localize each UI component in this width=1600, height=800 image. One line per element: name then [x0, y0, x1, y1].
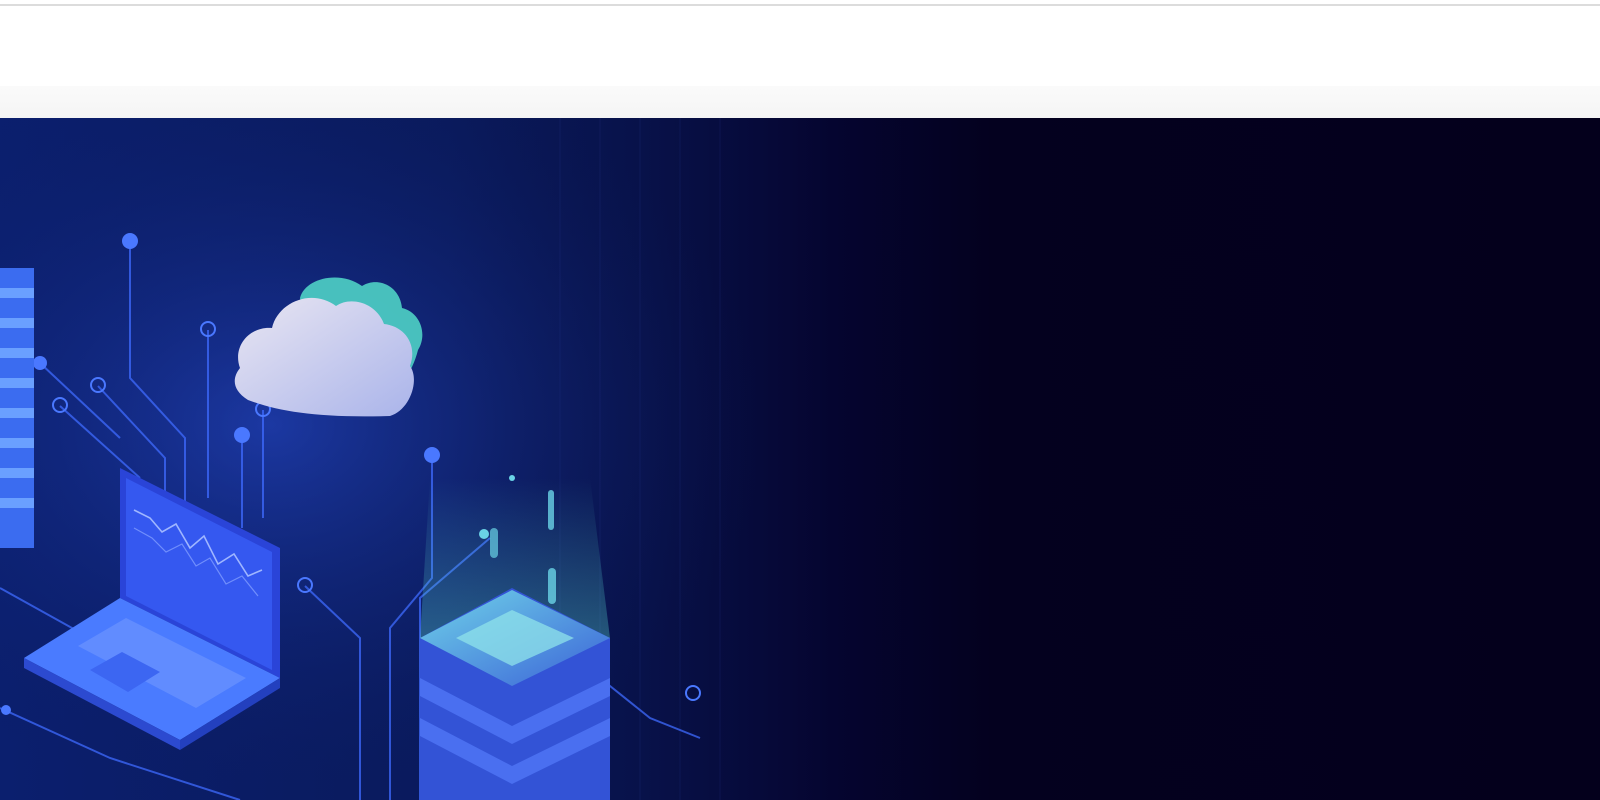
server-rack-icon [0, 268, 34, 548]
server-stack-icon [420, 475, 610, 800]
subheader-strip [0, 86, 1600, 119]
site-header [0, 6, 1600, 86]
cloud-computing-illustration [0, 118, 900, 800]
hero-banner [0, 118, 1600, 800]
